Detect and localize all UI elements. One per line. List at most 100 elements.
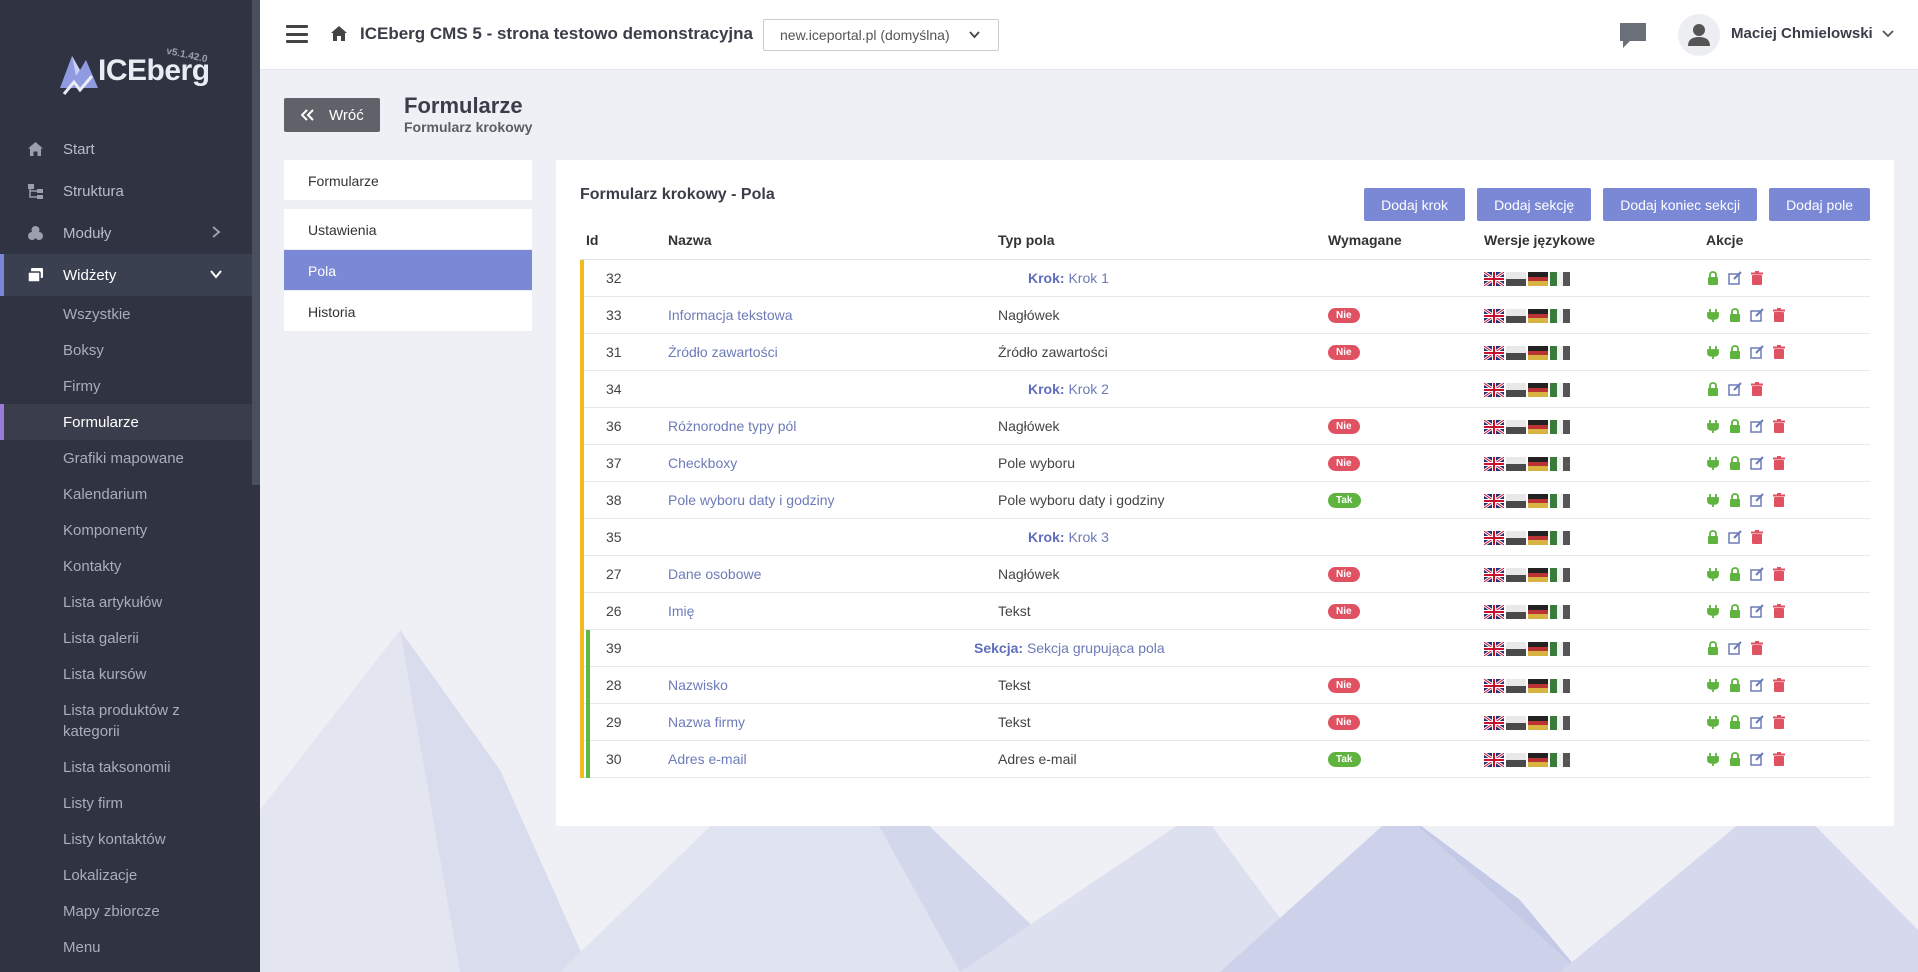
edit-icon[interactable] <box>1728 641 1742 655</box>
sidebar-subitem[interactable]: Menu <box>0 929 252 965</box>
sidebar-subitem[interactable]: Lista taksonomii <box>0 749 252 785</box>
trash-icon[interactable] <box>1772 456 1786 470</box>
sidebar-subitem[interactable]: Firmy <box>0 368 252 404</box>
edit-icon[interactable] <box>1728 382 1742 396</box>
add-section-button[interactable]: Dodaj sekcję <box>1477 188 1592 221</box>
edit-icon[interactable] <box>1750 308 1764 322</box>
chevron-down-icon[interactable] <box>1882 30 1894 38</box>
plug-icon[interactable] <box>1706 493 1720 507</box>
sidebar-subitem[interactable]: Lista produktów z kategorii <box>0 692 252 749</box>
sidebar-subitem[interactable]: Listy kontaktów <box>0 821 252 857</box>
it-flag-icon[interactable] <box>1550 568 1570 582</box>
en-flag-icon[interactable] <box>1484 383 1504 397</box>
add-step-button[interactable]: Dodaj krok <box>1364 188 1466 221</box>
row-name-link[interactable]: Dane osobowe <box>668 566 761 582</box>
sidebar-subitem[interactable]: Grafiki mapowane <box>0 440 252 476</box>
trash-icon[interactable] <box>1750 530 1764 544</box>
row-name-link[interactable]: Pole wyboru daty i godziny <box>668 492 835 508</box>
row-name-link[interactable]: Informacja tekstowa <box>668 307 793 323</box>
trash-icon[interactable] <box>1750 641 1764 655</box>
en-flag-icon[interactable] <box>1484 568 1504 582</box>
lock-icon[interactable] <box>1728 604 1742 618</box>
plug-icon[interactable] <box>1706 419 1720 433</box>
trash-icon[interactable] <box>1772 715 1786 729</box>
it-flag-icon[interactable] <box>1550 494 1570 508</box>
sidebar-subitem[interactable]: Lista artykułów <box>0 584 252 620</box>
edit-icon[interactable] <box>1750 752 1764 766</box>
sidebar-subitem[interactable]: Formularze <box>0 404 252 440</box>
en-flag-icon[interactable] <box>1484 753 1504 767</box>
sidebar-item-struktura[interactable]: Struktura <box>0 170 252 212</box>
trash-icon[interactable] <box>1772 752 1786 766</box>
edit-icon[interactable] <box>1750 493 1764 507</box>
de-flag-icon[interactable] <box>1528 346 1548 360</box>
side-menu-item-pola[interactable]: Pola <box>284 250 532 291</box>
en-flag-icon[interactable] <box>1484 679 1504 693</box>
plug-icon[interactable] <box>1706 345 1720 359</box>
side-menu-item-formularze[interactable]: Formularze <box>284 160 532 201</box>
sidebar-subitem[interactable]: Komponenty <box>0 512 252 548</box>
pl-flag-icon[interactable] <box>1506 568 1526 582</box>
row-name-link[interactable]: Różnorodne typy pól <box>668 418 796 434</box>
plug-icon[interactable] <box>1706 752 1720 766</box>
edit-icon[interactable] <box>1750 456 1764 470</box>
de-flag-icon[interactable] <box>1528 753 1548 767</box>
trash-icon[interactable] <box>1772 345 1786 359</box>
lock-icon[interactable] <box>1728 715 1742 729</box>
lock-icon[interactable] <box>1728 345 1742 359</box>
edit-icon[interactable] <box>1750 604 1764 618</box>
trash-icon[interactable] <box>1772 604 1786 618</box>
de-flag-icon[interactable] <box>1528 420 1548 434</box>
site-select[interactable]: new.iceportal.pl (domyślna) <box>763 19 999 51</box>
lock-icon[interactable] <box>1728 493 1742 507</box>
it-flag-icon[interactable] <box>1550 716 1570 730</box>
back-button[interactable]: Wróć <box>284 98 380 132</box>
sidebar-subitem[interactable]: Lokalizacje <box>0 857 252 893</box>
pl-flag-icon[interactable] <box>1506 346 1526 360</box>
de-flag-icon[interactable] <box>1528 272 1548 286</box>
plug-icon[interactable] <box>1706 678 1720 692</box>
avatar[interactable] <box>1678 14 1720 56</box>
it-flag-icon[interactable] <box>1550 679 1570 693</box>
trash-icon[interactable] <box>1772 567 1786 581</box>
en-flag-icon[interactable] <box>1484 309 1504 323</box>
lock-icon[interactable] <box>1728 419 1742 433</box>
pl-flag-icon[interactable] <box>1506 753 1526 767</box>
row-name-link[interactable]: Checkboxy <box>668 455 737 471</box>
sidebar-subitem[interactable]: Boksy <box>0 332 252 368</box>
sidebar-subitem[interactable]: Lista galerii <box>0 620 252 656</box>
edit-icon[interactable] <box>1728 271 1742 285</box>
sidebar-subitem[interactable]: Listy firm <box>0 785 252 821</box>
lock-icon[interactable] <box>1706 530 1720 544</box>
step-label[interactable]: Krok: Krok 3 <box>1028 529 1109 545</box>
lock-icon[interactable] <box>1728 308 1742 322</box>
logo[interactable]: ICEberg v5.1.42.0 <box>58 42 228 102</box>
en-flag-icon[interactable] <box>1484 457 1504 471</box>
lock-icon[interactable] <box>1706 641 1720 655</box>
en-flag-icon[interactable] <box>1484 272 1504 286</box>
plug-icon[interactable] <box>1706 604 1720 618</box>
section-label[interactable]: Sekcja: Sekcja grupująca pola <box>974 640 1165 656</box>
chat-icon[interactable] <box>1618 20 1648 50</box>
trash-icon[interactable] <box>1772 493 1786 507</box>
it-flag-icon[interactable] <box>1550 420 1570 434</box>
edit-icon[interactable] <box>1728 530 1742 544</box>
trash-icon[interactable] <box>1772 678 1786 692</box>
edit-icon[interactable] <box>1750 678 1764 692</box>
row-name-link[interactable]: Źródło zawartości <box>668 344 778 360</box>
plug-icon[interactable] <box>1706 308 1720 322</box>
trash-icon[interactable] <box>1750 271 1764 285</box>
lock-icon[interactable] <box>1728 567 1742 581</box>
pl-flag-icon[interactable] <box>1506 420 1526 434</box>
edit-icon[interactable] <box>1750 419 1764 433</box>
home-icon[interactable] <box>330 25 348 42</box>
add-section-end-button[interactable]: Dodaj koniec sekcji <box>1603 188 1758 221</box>
side-menu-item-ustawienia[interactable]: Ustawienia <box>284 209 532 250</box>
lock-icon[interactable] <box>1706 271 1720 285</box>
sidebar-subitem[interactable]: Kontakty <box>0 548 252 584</box>
pl-flag-icon[interactable] <box>1506 679 1526 693</box>
de-flag-icon[interactable] <box>1528 568 1548 582</box>
de-flag-icon[interactable] <box>1528 531 1548 545</box>
it-flag-icon[interactable] <box>1550 346 1570 360</box>
sidebar-scrollbar[interactable] <box>252 0 260 485</box>
